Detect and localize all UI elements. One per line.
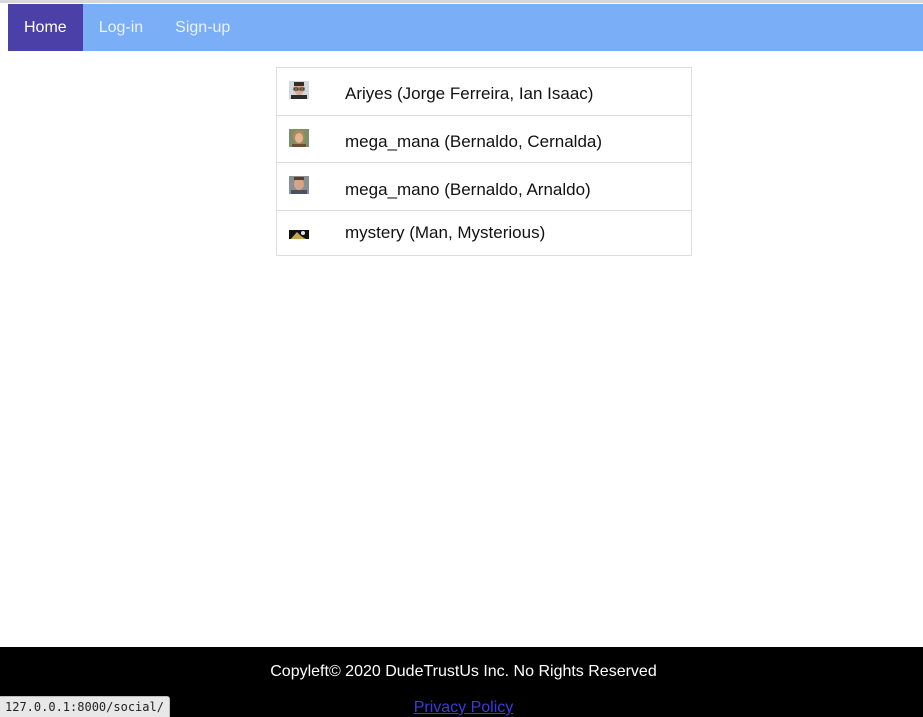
user-row[interactable]: mystery (Man, Mysterious) — [276, 210, 692, 256]
nav-login-link[interactable]: Log-in — [83, 4, 159, 51]
user-name[interactable]: mega_mana (Bernaldo, Cernalda) — [345, 115, 692, 163]
man-portrait-icon — [289, 176, 309, 194]
window-top-border — [0, 0, 923, 3]
status-bar-url: 127.0.0.1:8000/social/ — [0, 696, 170, 717]
nav-home-link[interactable]: Home — [8, 4, 83, 51]
woman-portrait-icon — [289, 129, 309, 147]
mystery-silhouette-icon — [289, 228, 309, 239]
man-glasses-portrait-icon — [289, 81, 309, 99]
copyright-text: Copyleft© 2020 DudeTrustUs Inc. No Right… — [270, 663, 657, 680]
nav-signup-link[interactable]: Sign-up — [159, 4, 246, 51]
user-list-table: Ariyes (Jorge Ferreira, Ian Isaac) mega_… — [276, 67, 692, 256]
user-name[interactable]: Ariyes (Jorge Ferreira, Ian Isaac) — [345, 67, 692, 116]
privacy-policy-link[interactable]: Privacy Policy — [414, 699, 514, 716]
user-name[interactable]: mystery (Man, Mysterious) — [345, 210, 692, 256]
user-row[interactable]: mega_mano (Bernaldo, Arnaldo) — [276, 162, 692, 211]
user-row[interactable]: mega_mana (Bernaldo, Cernalda) — [276, 115, 692, 163]
user-row[interactable]: Ariyes (Jorge Ferreira, Ian Isaac) — [276, 67, 692, 116]
user-name[interactable]: mega_mano (Bernaldo, Arnaldo) — [345, 162, 692, 211]
top-navbar: Home Log-in Sign-up — [8, 4, 923, 51]
